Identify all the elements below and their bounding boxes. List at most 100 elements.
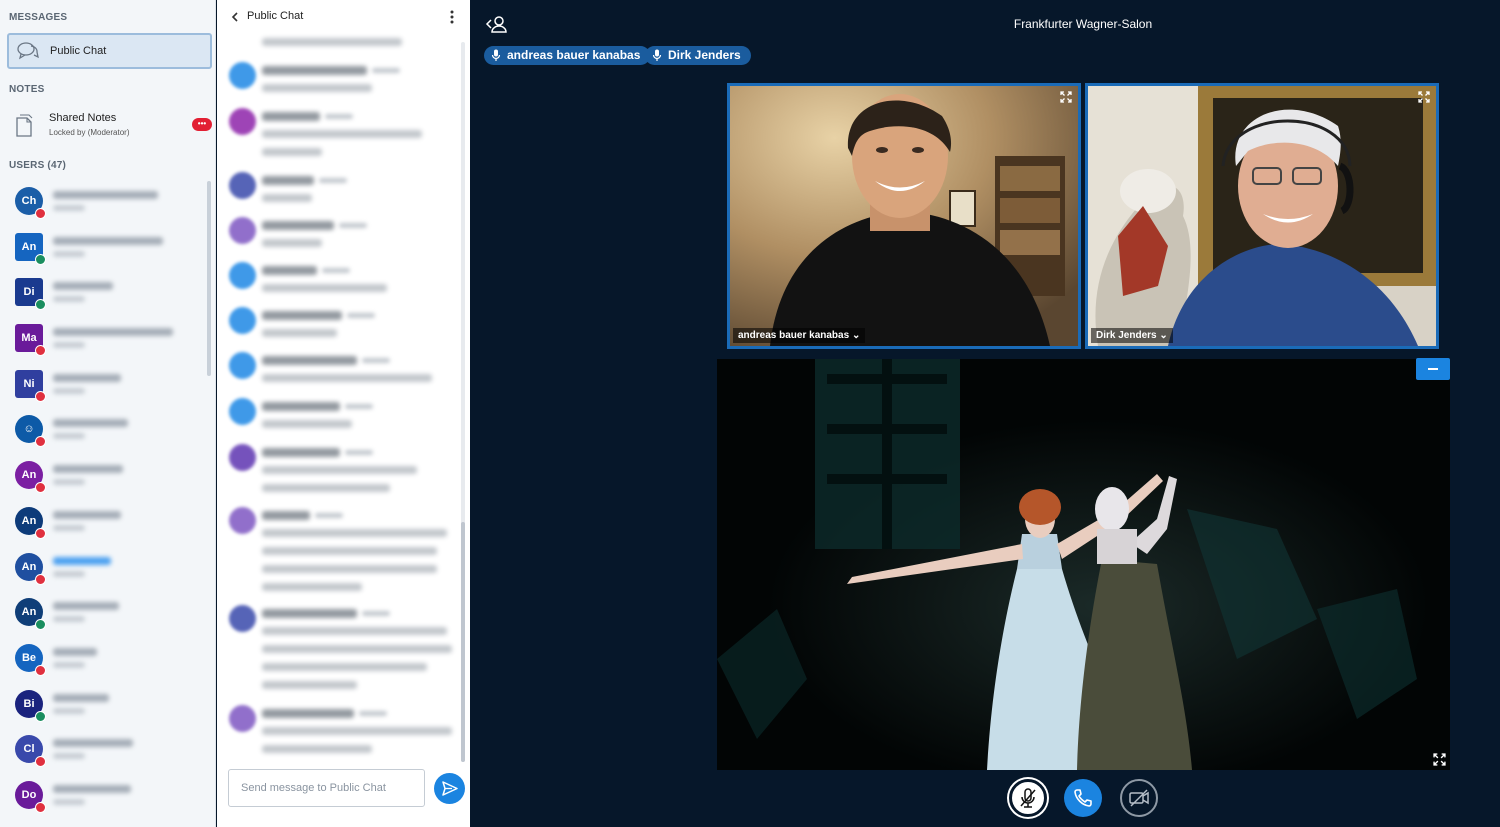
user-name-redacted (53, 419, 128, 428)
chat-avatar (229, 352, 256, 379)
chat-sender-redacted (262, 511, 310, 520)
chat-header: Public Chat (217, 0, 470, 34)
chat-time-redacted (325, 114, 353, 119)
user-role-redacted (53, 524, 85, 531)
chat-scrollbar-thumb[interactable] (461, 522, 465, 762)
phone-icon (1074, 789, 1092, 807)
chat-time-redacted (315, 513, 343, 518)
user-list-item[interactable]: Ni (0, 364, 216, 410)
stage-performance-image (717, 359, 1450, 770)
chat-avatar (229, 398, 256, 425)
chat-sender-redacted (262, 176, 314, 185)
talking-status-icon (35, 253, 46, 265)
leave-audio-button[interactable] (1064, 779, 1102, 817)
chat-time-redacted (322, 268, 350, 273)
fullscreen-icon[interactable] (1433, 753, 1446, 766)
chat-time-redacted (347, 313, 375, 318)
user-list-item[interactable]: Di (0, 272, 216, 318)
fullscreen-icon[interactable] (1418, 91, 1430, 103)
user-list-item[interactable]: An (0, 455, 216, 501)
user-name-redacted (53, 647, 97, 656)
chat-avatar (229, 507, 256, 534)
muted-status-icon (35, 208, 46, 219)
user-name-redacted (53, 373, 121, 382)
user-role-redacted (53, 707, 85, 714)
chevron-left-icon[interactable] (230, 9, 240, 25)
user-list-item[interactable]: Bi (0, 684, 216, 730)
user-list-item[interactable]: An (0, 592, 216, 638)
user-list-item[interactable]: An (0, 227, 216, 273)
screenshare-video[interactable] (717, 359, 1450, 770)
chat-message-input[interactable] (228, 769, 425, 807)
muted-status-icon (35, 345, 46, 357)
muted-status-icon (35, 664, 46, 676)
user-list-item[interactable]: Be (0, 638, 216, 684)
listen-only-status-icon (35, 619, 46, 631)
user-role-redacted (53, 570, 85, 577)
chat-text-redacted (262, 565, 437, 573)
webcam-dirk[interactable]: Dirk Jenders ⌄ (1085, 83, 1439, 349)
chat-avatar (229, 605, 256, 632)
chat-avatar (229, 262, 256, 289)
more-options-icon[interactable] (447, 9, 457, 25)
chat-text-redacted (262, 745, 372, 753)
chat-sender-redacted (262, 402, 340, 411)
muted-status-icon (35, 390, 46, 402)
user-name-redacted (53, 282, 113, 291)
chat-avatar (229, 444, 256, 471)
chat-avatar (229, 62, 256, 89)
fullscreen-icon[interactable] (1060, 91, 1072, 103)
muted-status-icon (35, 573, 46, 585)
notes-document-icon (16, 114, 33, 137)
minimize-presentation-button[interactable] (1416, 358, 1450, 380)
chat-text-redacted (262, 645, 452, 653)
shared-notes-badge: ••• (192, 118, 212, 131)
user-name-redacted (53, 693, 109, 702)
chat-sender-redacted (262, 112, 320, 121)
share-webcam-button[interactable] (1120, 779, 1158, 817)
chat-time-redacted (319, 178, 347, 183)
webcam-username[interactable]: andreas bauer kanabas ⌄ (733, 328, 866, 343)
chat-text-redacted (262, 194, 312, 202)
chat-text-redacted (262, 681, 357, 689)
talking-indicator-dirk[interactable]: Dirk Jenders (645, 46, 751, 65)
chat-text-redacted (262, 627, 447, 635)
user-list-item[interactable]: Ma (0, 318, 216, 364)
users-list[interactable]: Ch An Di Ma Ni ☺ An An An An Be Bi Cl Do (0, 181, 216, 827)
chat-text-redacted (262, 484, 390, 492)
user-name-redacted (53, 739, 133, 748)
chat-avatar (229, 217, 256, 244)
chat-text-redacted (262, 583, 362, 591)
user-list-item[interactable]: An (0, 501, 216, 547)
chat-time-redacted (345, 404, 373, 409)
user-list-item[interactable]: An (0, 547, 216, 593)
webcam-username[interactable]: Dirk Jenders ⌄ (1091, 328, 1173, 343)
user-role-redacted (53, 296, 85, 303)
user-role-redacted (53, 250, 85, 257)
chat-time-redacted (362, 358, 390, 363)
messages-section-title: MESSAGES (9, 12, 68, 23)
chat-sender-redacted (262, 311, 342, 320)
user-list-item[interactable]: Cl (0, 729, 216, 775)
user-list-item[interactable]: ☺ (0, 409, 216, 455)
user-list-item[interactable]: Do (0, 775, 216, 821)
mute-microphone-button[interactable] (1009, 779, 1047, 817)
user-role-redacted (53, 798, 85, 805)
shared-notes-item[interactable]: Shared Notes Locked by (Moderator) ••• (7, 108, 212, 146)
muted-status-icon (35, 756, 46, 768)
public-chat-item[interactable]: Public Chat (7, 33, 212, 69)
meeting-title: Frankfurter Wagner-Salon (1013, 17, 1153, 31)
talking-indicator-andreas[interactable]: andreas bauer kanabas (484, 46, 651, 65)
chat-time-redacted (339, 223, 367, 228)
user-name-redacted (53, 784, 131, 793)
send-message-button[interactable] (434, 773, 465, 804)
chat-text-redacted (262, 374, 432, 382)
user-role-redacted (53, 205, 85, 211)
chat-text-redacted (262, 466, 417, 474)
user-list-item[interactable]: Ch (0, 181, 216, 227)
users-scrollbar[interactable] (207, 181, 211, 376)
webcam-andreas[interactable]: andreas bauer kanabas ⌄ (727, 83, 1081, 349)
minus-icon (1428, 368, 1438, 370)
chat-text-redacted (262, 547, 437, 555)
muted-status-icon (35, 482, 46, 494)
